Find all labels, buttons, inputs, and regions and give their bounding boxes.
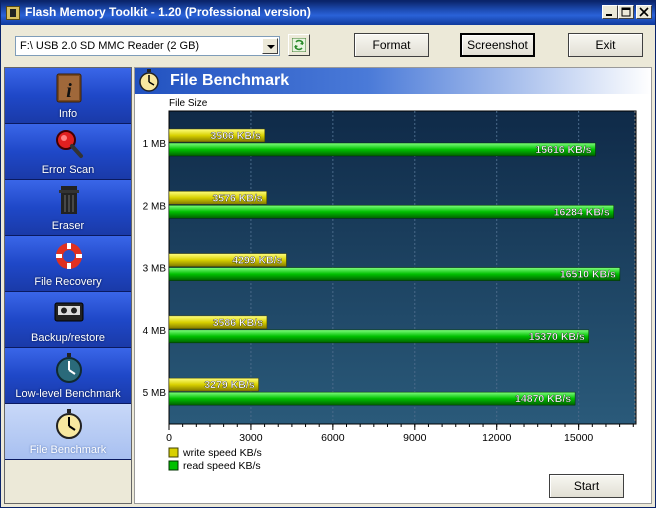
magnifier-icon xyxy=(56,130,83,158)
read-bar xyxy=(168,267,621,281)
refresh-icon xyxy=(292,38,306,52)
legend-swatch-write xyxy=(168,447,179,458)
sidebar-empty-area xyxy=(5,460,131,503)
maximize-icon xyxy=(621,7,631,17)
maximize-button[interactable] xyxy=(618,5,634,19)
chevron-down-icon[interactable] xyxy=(262,38,278,54)
tape-icon xyxy=(54,302,84,322)
start-button[interactable]: Start xyxy=(549,474,624,498)
write-data-label: 3279 KB/s xyxy=(204,379,254,391)
write-data-label: 4299 KB/s xyxy=(232,255,282,267)
sidebar-item-low-level-benchmark[interactable]: Low-level Benchmark xyxy=(5,348,131,404)
trash-icon xyxy=(59,186,79,214)
format-button[interactable]: Format xyxy=(354,33,429,57)
sidebar-item-label: Eraser xyxy=(51,220,85,232)
minimize-button[interactable] xyxy=(602,5,618,19)
x-tick-label: 12000 xyxy=(482,432,511,444)
stopwatch-icon xyxy=(56,409,82,439)
x-tick-label: 0 xyxy=(166,432,172,444)
app-icon xyxy=(6,6,20,20)
y-tick-label: 4 MB xyxy=(143,326,167,337)
write-data-label: 3576 KB/s xyxy=(212,192,262,204)
app-window: Flash Memory Toolkit - 1.20 (Professiona… xyxy=(0,0,656,508)
legend-label-read: read speed KB/s xyxy=(183,460,261,472)
sidebar-item-label: Low-level Benchmark xyxy=(15,388,121,400)
legend-swatch-read xyxy=(168,460,179,471)
x-tick-label: 9000 xyxy=(403,432,427,444)
sidebar-item-info[interactable]: i Info xyxy=(5,68,131,124)
svg-text:i: i xyxy=(66,80,72,102)
read-data-label: 16284 KB/s xyxy=(554,206,610,218)
legend-label-write: write speed KB/s xyxy=(182,447,262,459)
read-bar xyxy=(168,329,590,344)
x-tick-label: 6000 xyxy=(321,432,345,444)
read-bar xyxy=(168,142,596,157)
chart-svg: 3506 KB/s 15616 KB/s 1 MB 3576 KB/s 16284 KB… xyxy=(143,110,637,472)
sidebar-item-backup-restore[interactable]: Backup/restore xyxy=(5,292,131,348)
minimize-icon xyxy=(606,14,612,16)
sidebar-item-label: File Benchmark xyxy=(29,444,107,456)
toolbar: F:\ USB 2.0 SD MMC Reader (2 GB) Format … xyxy=(1,25,655,65)
sidebar-item-label: File Recovery xyxy=(34,276,102,288)
y-tick-label: 5 MB xyxy=(143,388,167,399)
sidebar-item-file-recovery[interactable]: File Recovery xyxy=(5,236,131,292)
title-bar: Flash Memory Toolkit - 1.20 (Professiona… xyxy=(1,1,655,25)
read-data-label: 15370 KB/s xyxy=(529,331,585,343)
read-data-label: 16510 KB/s xyxy=(560,269,616,281)
refresh-button[interactable] xyxy=(288,34,310,56)
y-tick-label: 2 MB xyxy=(143,201,167,212)
device-select-value: F:\ USB 2.0 SD MMC Reader (2 GB) xyxy=(20,40,200,52)
exit-button[interactable]: Exit xyxy=(568,33,643,57)
sidebar-item-error-scan[interactable]: Error Scan xyxy=(5,124,131,180)
panel-title: File Benchmark xyxy=(170,72,290,89)
x-tick-label: 3000 xyxy=(239,432,263,444)
screenshot-button[interactable]: Screenshot xyxy=(460,33,535,57)
read-data-label: 15616 KB/s xyxy=(535,144,591,156)
sidebar-item-file-benchmark[interactable]: File Benchmark xyxy=(5,404,131,460)
sidebar-item-label: Error Scan xyxy=(41,164,95,176)
close-button[interactable] xyxy=(636,5,652,19)
main-panel: File Benchmark File Size 3506 KB/s 15616 … xyxy=(134,67,652,504)
sidebar-item-label: Backup/restore xyxy=(31,332,105,344)
sidebar-item-eraser[interactable]: Eraser xyxy=(5,180,131,236)
window-title: Flash Memory Toolkit - 1.20 (Professiona… xyxy=(25,5,311,19)
sidebar-item-label: Info xyxy=(58,108,78,120)
read-bar xyxy=(168,205,614,219)
write-data-label: 3586 KB/s xyxy=(213,317,263,329)
y-tick-label: 1 MB xyxy=(143,139,167,150)
stopwatch-icon xyxy=(139,69,159,92)
stopwatch-icon xyxy=(56,353,82,383)
x-tick-label: 15000 xyxy=(564,432,593,444)
device-select[interactable]: F:\ USB 2.0 SD MMC Reader (2 GB) xyxy=(15,36,280,56)
panel-header: File Benchmark xyxy=(135,68,651,94)
lifebuoy-icon xyxy=(56,243,82,269)
write-data-label: 3506 KB/s xyxy=(211,130,261,142)
benchmark-chart: File Size 3506 KB/s 15616 KB/s 1 MB 3576 KB… xyxy=(135,94,651,503)
info-icon: i xyxy=(56,73,82,103)
y-tick-label: 3 MB xyxy=(143,264,167,275)
close-icon xyxy=(639,7,649,17)
sidebar: i Info Error Scan Eraser File Recovery B… xyxy=(4,67,132,504)
read-data-label: 14870 KB/s xyxy=(515,393,571,405)
